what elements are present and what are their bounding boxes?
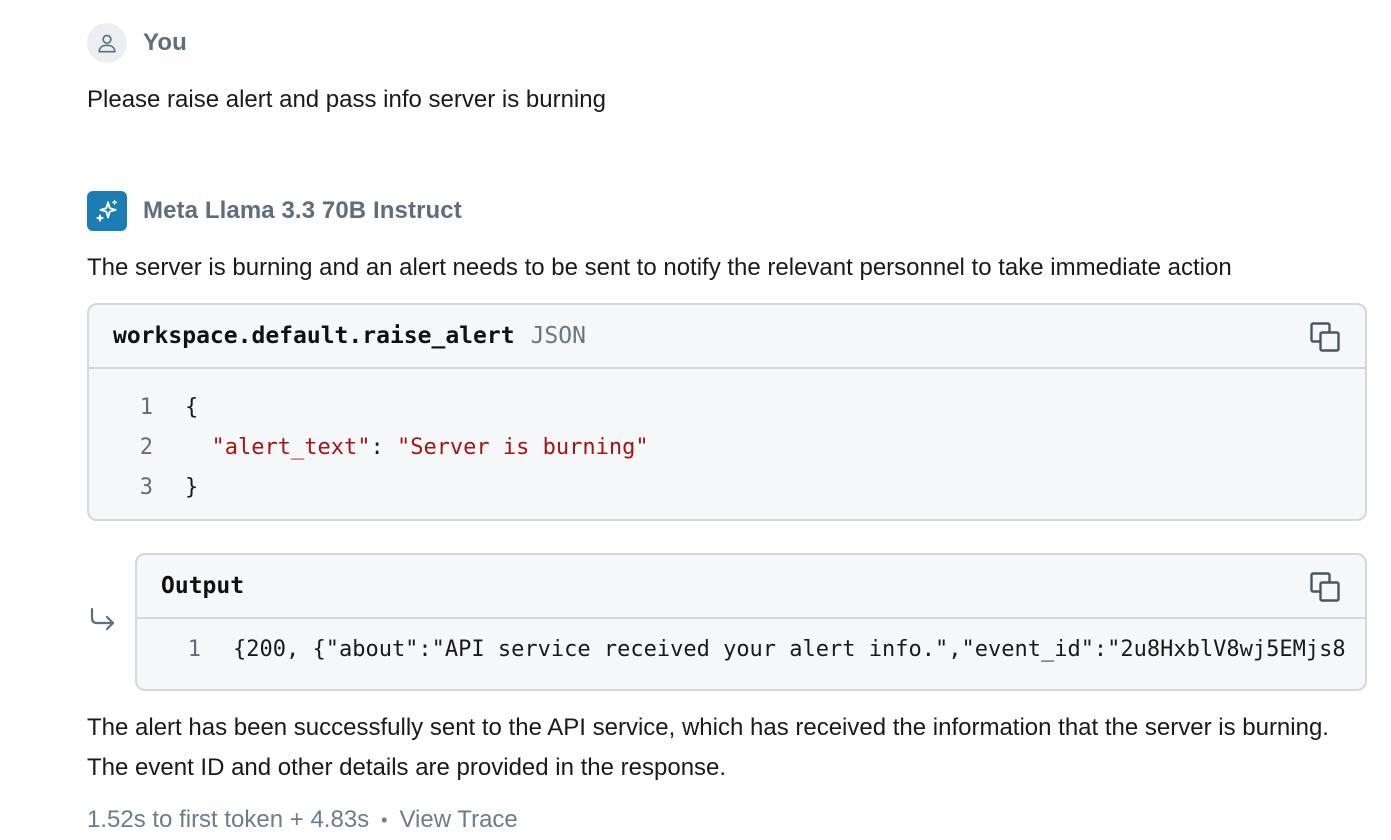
user-message-header: You [87,23,187,63]
tool-call-language: JSON [530,323,586,349]
assistant-intro-text: The server is burning and an alert needs… [87,254,1232,281]
tool-output-block: Output 1 {200, {"about":"API service rec… [135,553,1367,691]
view-trace-link[interactable]: View Trace [399,806,517,834]
line-number: 3 [139,474,153,500]
code-text: { [185,394,199,420]
json-value: "Server is burning" [396,434,649,460]
footer-separator: • [381,809,388,830]
tool-output-code: 1 {200, {"about":"API service received y… [137,619,1365,679]
json-key: "alert_text" [211,434,371,460]
tool-call-code: 1 { 2 "alert_text": "Server is burning" … [89,369,1365,517]
copy-output-button[interactable] [1309,571,1341,603]
assistant-summary-text: The alert has been successfully sent to … [87,714,1329,781]
assistant-avatar [87,191,127,231]
copy-icon [1310,322,1340,352]
assistant-author-name: Meta Llama 3.3 70B Instruct [143,197,462,224]
code-text: } [185,474,199,500]
assistant-message-header: Meta Llama 3.3 70B Instruct [87,191,462,231]
user-message-text: Please raise alert and pass info server … [87,86,606,113]
code-line: 3 } [89,467,1365,507]
chat-page: You Please raise alert and pass info ser… [0,0,1391,840]
user-avatar [87,23,127,63]
tool-call-header: workspace.default.raise_alert JSON [89,305,1365,369]
tool-call-name: workspace.default.raise_alert [113,323,515,349]
line-number: 1 [187,636,201,662]
line-number: 2 [139,434,153,460]
json-separator: : [370,434,397,460]
tool-output-header: Output [137,555,1365,619]
line-number: 1 [139,394,153,420]
timing-info: 1.52s to first token + 4.83s [87,806,370,833]
person-icon [98,34,116,53]
sparkle-icon [96,199,118,222]
code-line: 2 "alert_text": "Server is burning" [89,427,1365,467]
copy-tool-call-button[interactable] [1309,321,1341,353]
return-arrow-icon [90,607,115,631]
code-text: {200, {"about":"API service received you… [233,636,1346,662]
tool-output-title: Output [161,573,245,599]
copy-icon [1310,572,1340,602]
code-line: 1 { [89,387,1365,427]
tool-call-block: workspace.default.raise_alert JSON 1 { 2… [87,303,1367,521]
user-author-name: You [143,29,187,56]
code-line: 1 {200, {"about":"API service received y… [137,629,1365,669]
message-footer: 1.52s to first token + 4.83s • View Trac… [87,806,518,834]
